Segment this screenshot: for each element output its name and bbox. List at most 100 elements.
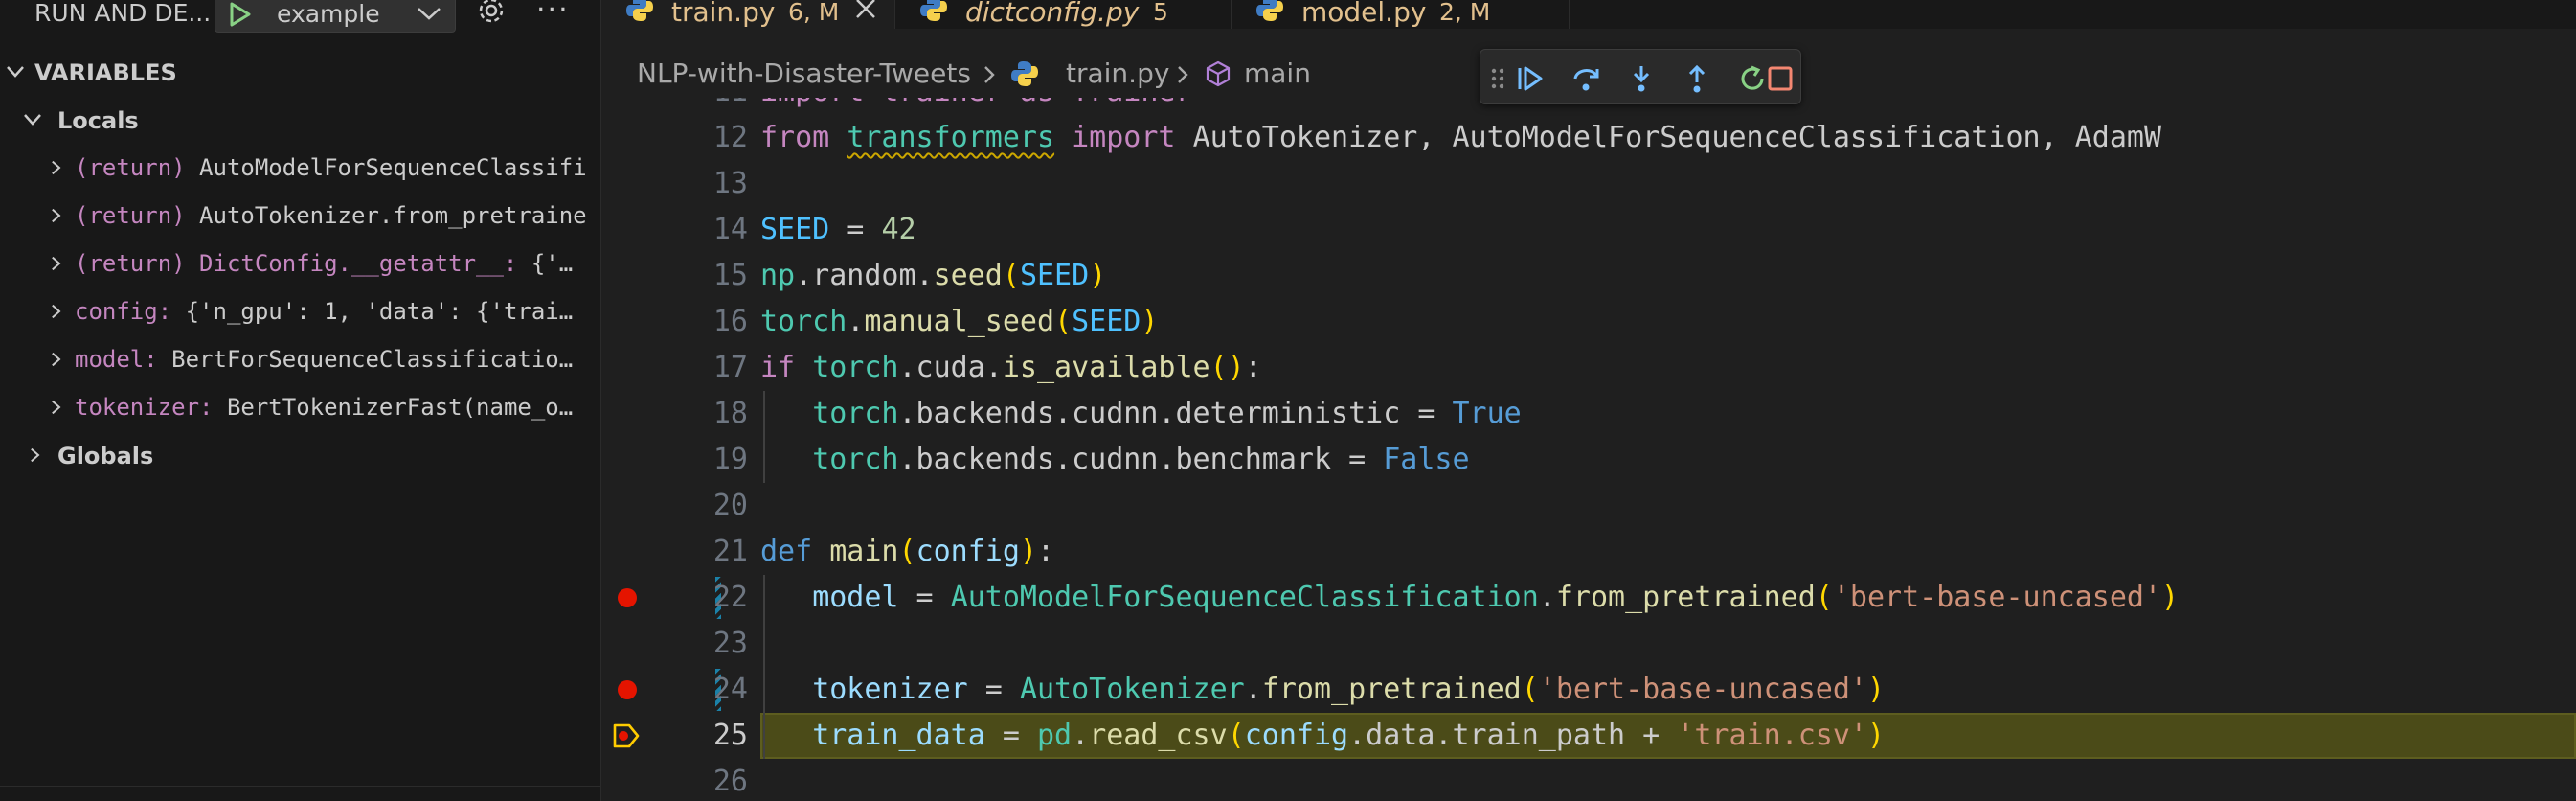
code-line[interactable]: 13 [602,161,2576,207]
chevron-right-icon [52,400,61,415]
variable-name: (return) [75,154,186,181]
chevron-right-icon [31,447,40,463]
step-out-icon[interactable] [1682,63,1712,94]
line-number: 15 [712,259,748,292]
code-line[interactable]: 21 def main(config): [602,529,2576,575]
tab-problem-count: 6, M [788,0,840,26]
chevron-right-icon [52,208,61,223]
chevron-right-icon [52,304,61,319]
python-icon [920,0,947,21]
line-number: 13 [712,167,748,200]
line-number: 26 [712,765,748,798]
line-number: 14 [712,213,748,246]
code-line[interactable]: 18 torch.backends.cudnn.deterministic = … [602,391,2576,437]
code-line-text: def main(config): [760,535,1055,568]
chevron-down-icon [7,66,24,78]
chevron-right-icon [52,160,61,175]
tab-problem-count: 5 [1153,0,1168,26]
launch-config-select[interactable]: example [215,0,456,33]
variable-item[interactable]: (return) DictConfig.__getattr__: {'… [0,240,600,287]
line-number: 19 [712,443,748,476]
code-line[interactable]: 15 np.random.seed(SEED) [602,253,2576,299]
variable-item[interactable]: config: {'n_gpu': 1, 'data': {'trai… [0,287,600,335]
close-icon[interactable] [853,0,878,21]
variable-value: AutoModelForSequenceClassifi [199,154,587,181]
code-line-text: np.random.seed(SEED) [760,259,1107,292]
debug-toolbar [1480,49,1801,104]
globals-label: Globals [57,443,154,469]
more-actions-icon[interactable]: ··· [536,0,570,25]
variable-item[interactable]: (return) AutoTokenizer.from_pretraine [0,192,600,240]
variable-name: model: [75,346,158,373]
code-line-text: train_data = pd.read_csv(config.data.tra… [812,719,1886,752]
chevron-down-icon [24,114,41,126]
code-line[interactable]: 22 model = AutoModelForSequenceClassific… [602,575,2576,621]
code-line-text: from transformers import AutoTokenizer, … [760,121,2162,154]
variable-item[interactable]: tokenizer: BertTokenizerFast(name_o… [0,383,600,431]
line-number: 18 [712,397,748,430]
code-line-text: tokenizer = AutoTokenizer.from_pretraine… [812,673,1886,706]
step-into-icon[interactable] [1626,63,1657,94]
variable-item[interactable]: (return) AutoModelForSequenceClassifi [0,144,600,192]
chevron-down-icon[interactable] [417,5,441,22]
variables-section-header[interactable]: VARIABLES [0,48,600,96]
code-line[interactable]: 23 [602,621,2576,667]
drag-handle-icon[interactable] [1488,63,1507,94]
code-line[interactable]: 20 [602,483,2576,529]
line-number: 20 [712,489,748,522]
code-line[interactable]: 24 tokenizer = AutoTokenizer.from_pretra… [602,667,2576,713]
breadcrumb-file[interactable]: train.py [1066,57,1169,90]
code-line[interactable]: 19 torch.backends.cudnn.benchmark = Fals… [602,437,2576,483]
step-over-icon[interactable] [1570,63,1601,94]
variable-value: {'… [531,250,574,277]
stop-icon[interactable] [1766,63,1795,94]
play-icon[interactable] [229,2,252,27]
tab-train-py[interactable]: train.py 6, M [602,0,895,29]
line-number: 22 [712,581,748,614]
indent-guide [763,621,765,667]
tab-model-py[interactable]: model.py 2, M [1232,0,1570,29]
variable-value: AutoTokenizer.from_pretraine [199,202,587,229]
code-line[interactable]: 26 [602,759,2576,801]
code-line-text: torch.backends.cudnn.deterministic = Tru… [812,397,1522,430]
variable-item[interactable]: model: BertForSequenceClassificatio… [0,335,600,383]
line-number: 21 [712,535,748,568]
line-number: 16 [712,305,748,338]
code-line-text: if torch.cuda.is_available(): [760,351,1262,384]
breadcrumb-folder[interactable]: NLP-with-Disaster-Tweets [637,57,971,90]
code-line[interactable]: 17 if torch.cuda.is_available(): [602,345,2576,391]
variable-name: (return) [75,202,186,229]
code-line-text: torch.backends.cudnn.benchmark = False [812,443,1470,476]
variable-name: (return) DictConfig.__getattr__: [75,250,518,277]
globals-scope[interactable]: Globals [0,431,600,479]
chevron-right-icon [52,256,61,271]
variables-title: VARIABLES [34,59,177,86]
variable-value: {'n_gpu': 1, 'data': {'trai… [185,298,574,325]
tab-dictconfig-py[interactable]: dictconfig.py 5 [896,0,1232,29]
variable-name: tokenizer: [75,394,214,421]
python-icon [626,0,653,21]
locals-scope[interactable]: Locals [0,96,600,144]
line-number: 23 [712,627,748,660]
launch-config-name: example [277,0,380,28]
current-execution-line[interactable]: 25 train_data = pd.read_csv(config.data.… [602,713,2576,759]
gear-icon[interactable] [475,0,508,27]
locals-label: Locals [57,107,139,134]
code-line[interactable]: 14 SEED = 42 [602,207,2576,253]
line-number: 24 [712,673,748,706]
chevron-right-icon [1178,66,1188,83]
section-divider [0,786,600,787]
restart-icon[interactable] [1737,63,1768,94]
variable-name: config: [75,298,172,325]
run-and-debug-title: RUN AND DE... [34,0,212,27]
continue-icon[interactable] [1515,63,1546,94]
variable-value: BertTokenizerFast(name_o… [226,394,574,421]
editor-tab-bar: train.py 6, M dictconfig.py 5 model.py 2… [602,0,2576,29]
code-line[interactable]: 16 torch.manual_seed(SEED) [602,299,2576,345]
breadcrumb-symbol[interactable]: main [1244,57,1311,90]
variable-value: BertForSequenceClassificatio… [171,346,574,373]
tab-label: model.py [1301,0,1427,28]
code-line[interactable]: 12 from transformers import AutoTokenize… [602,115,2576,161]
line-number: 25 [712,719,748,752]
cube-icon [1206,60,1231,87]
